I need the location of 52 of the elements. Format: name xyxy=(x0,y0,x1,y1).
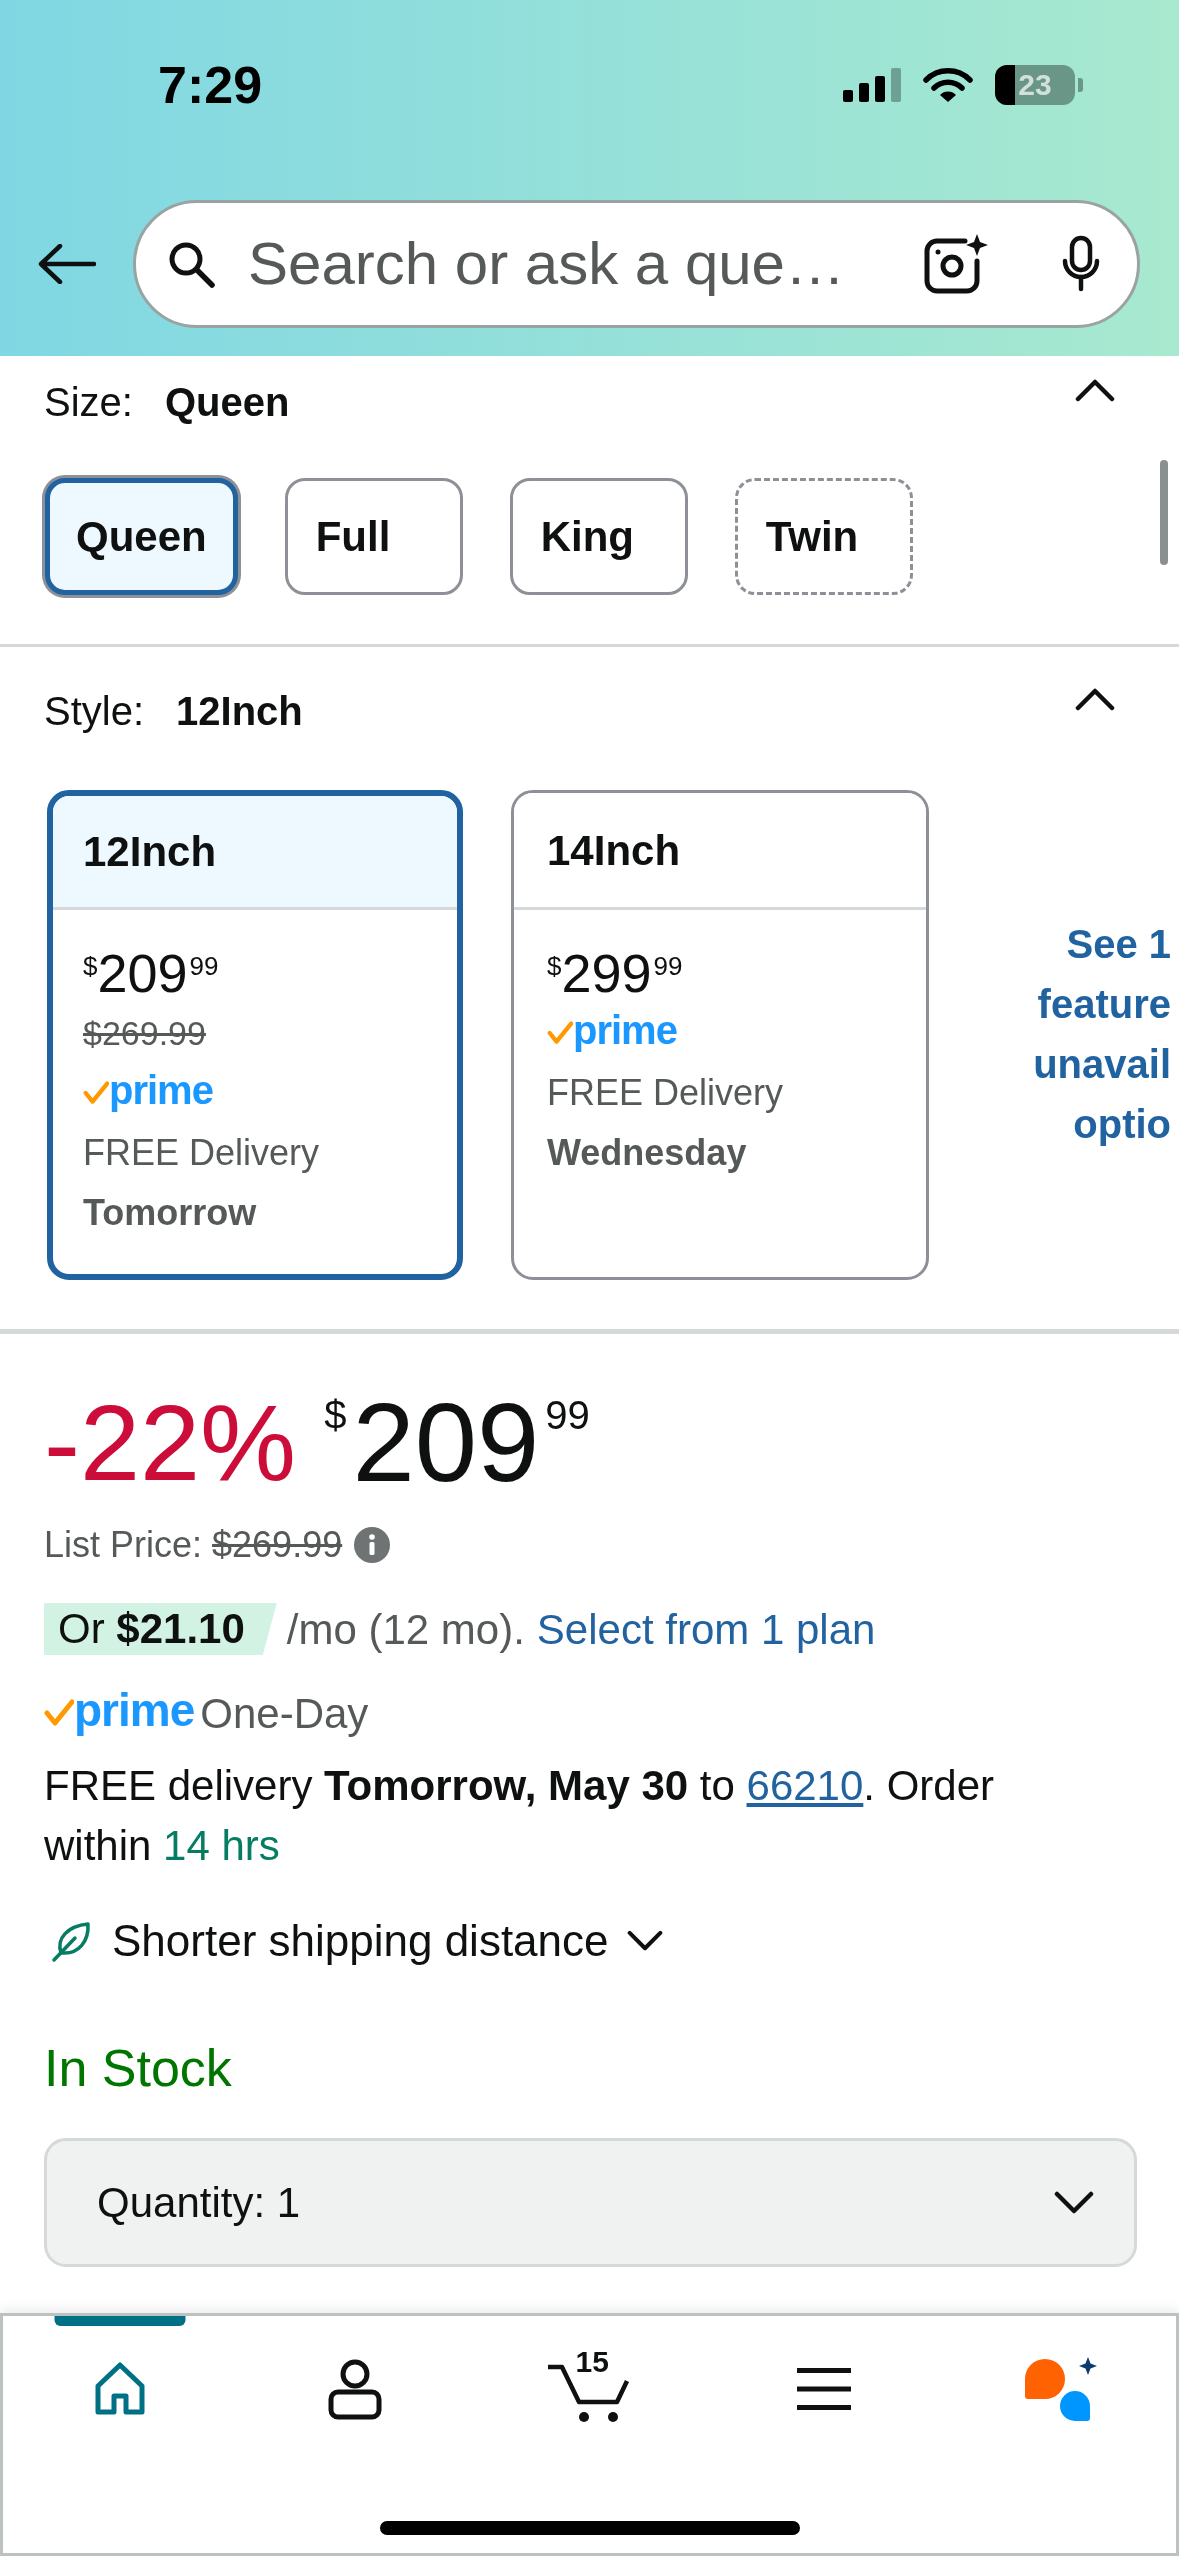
chevron-down-icon[interactable] xyxy=(626,1930,663,1952)
delivery-info: FREE Delivery xyxy=(547,1071,784,1115)
search-input[interactable]: Search or ask a que… xyxy=(248,219,923,309)
quantity-dropdown[interactable]: Quantity: 1 xyxy=(44,2138,1137,2267)
installment-offer: Or $21.10 xyxy=(44,1603,277,1655)
prime-logo: prime xyxy=(109,1070,213,1110)
delivery-message: FREE delivery Tomorrow, May 30 to 66210. Order within 14 hrs xyxy=(44,1761,996,1871)
delivery-day: Wednesday xyxy=(547,1126,747,1180)
delivery-speed: One-Day xyxy=(200,1688,369,1739)
signal-icon xyxy=(843,68,901,102)
chevron-down-icon xyxy=(1054,2190,1094,2215)
prime-logo: prime xyxy=(573,1010,677,1050)
see-more-options-link[interactable]: See 1 feature unavail optio xyxy=(977,914,1179,1154)
cart-tab[interactable]: 15 xyxy=(472,2316,707,2462)
installment-terms: /mo (12 mo). xyxy=(286,1604,525,1655)
style-option-title: 12Inch xyxy=(83,827,217,877)
chevron-up-icon[interactable] xyxy=(1075,687,1115,711)
cart-item-count: 15 xyxy=(575,2347,609,2377)
delivery-day: Tomorrow xyxy=(83,1186,257,1240)
wifi-icon xyxy=(923,67,973,103)
person-icon xyxy=(327,2358,382,2420)
stock-status: In Stock xyxy=(44,2038,232,2099)
style-option-title: 14Inch xyxy=(547,825,681,876)
selected-size: Queen xyxy=(164,379,290,426)
option-list-price: $269.99 xyxy=(83,1012,206,1054)
style-label: Style: xyxy=(44,688,145,735)
status-time: 7:29 xyxy=(158,59,263,111)
discount-percent: -22% xyxy=(44,1389,297,1497)
list-price: $269.99 xyxy=(212,1523,343,1567)
shipping-note: Shorter shipping distance xyxy=(112,1915,609,1967)
home-icon xyxy=(93,2362,148,2416)
check-icon xyxy=(547,1021,573,1045)
zip-code-link[interactable]: 66210 xyxy=(746,1762,864,1809)
camera-icon[interactable] xyxy=(923,233,989,295)
size-label: Size: xyxy=(44,379,133,426)
check-icon xyxy=(83,1081,109,1105)
size-option[interactable]: Queen xyxy=(45,478,238,595)
back-arrow-icon[interactable] xyxy=(38,244,96,284)
list-price-label: List Price: xyxy=(44,1523,203,1567)
menu-icon xyxy=(797,2368,852,2410)
info-icon[interactable] xyxy=(354,1527,391,1563)
select-plan-link[interactable]: Select from 1 plan xyxy=(536,1597,876,1661)
chevron-up-icon[interactable] xyxy=(1075,378,1115,402)
size-option[interactable]: Twin xyxy=(734,478,913,595)
delivery-info: FREE Delivery xyxy=(83,1131,320,1175)
search-field[interactable]: Search or ask a que… xyxy=(133,200,1140,328)
battery-indicator: 23 xyxy=(995,65,1083,105)
size-option[interactable]: Full xyxy=(284,478,463,595)
size-option[interactable]: King xyxy=(509,478,688,595)
microphone-icon[interactable] xyxy=(1061,235,1101,293)
check-icon xyxy=(44,1699,74,1727)
selected-style: 12Inch xyxy=(176,688,303,735)
